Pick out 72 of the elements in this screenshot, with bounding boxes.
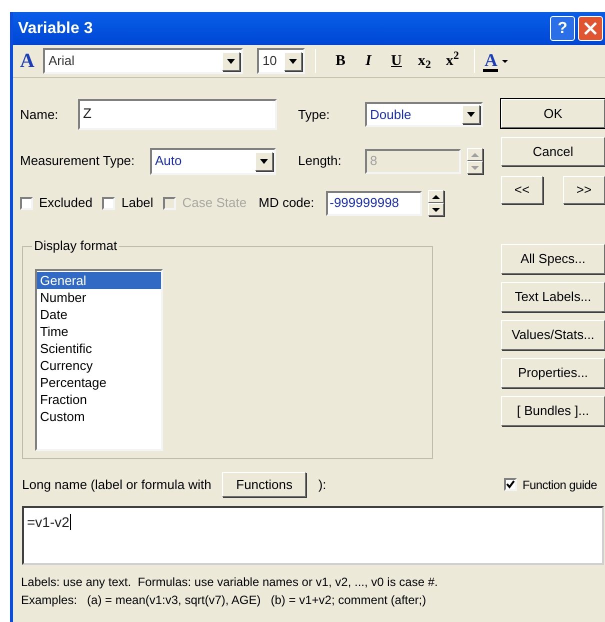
md-code-field[interactable]: -999999998 xyxy=(326,190,422,216)
font-dropdown[interactable]: Arial xyxy=(43,48,244,74)
underline-button[interactable]: U xyxy=(382,50,410,72)
italic-button[interactable]: I xyxy=(354,50,382,72)
field-label: Long name (label or formula with xyxy=(22,476,212,494)
name-field[interactable]: Z xyxy=(78,99,277,130)
field-label: Length: xyxy=(298,152,342,170)
dialog-button[interactable]: Properties... xyxy=(501,358,605,388)
field-label: ): xyxy=(318,476,328,494)
dialog-button[interactable]: Text Labels... xyxy=(501,282,605,312)
checkbox-label: Case State xyxy=(182,194,247,212)
bold-button[interactable]: B xyxy=(326,50,354,72)
caret-icon xyxy=(260,158,268,164)
script-button[interactable]: x$^{2}$ xyxy=(438,50,466,72)
list-item[interactable]: Fraction xyxy=(37,391,161,408)
checkbox-label: Function guide xyxy=(522,476,597,494)
dropdown-button[interactable] xyxy=(462,105,480,124)
caret-icon xyxy=(467,112,475,117)
group-legend: Display format xyxy=(32,238,120,254)
list-item[interactable]: Scientific xyxy=(37,340,161,357)
checkbox[interactable] xyxy=(20,196,33,210)
next-button[interactable]: >> xyxy=(563,176,605,204)
cancel-button[interactable]: Cancel xyxy=(501,137,605,166)
list-item[interactable]: Number xyxy=(37,289,161,306)
checkbox[interactable] xyxy=(504,478,518,491)
dialog-button[interactable]: [ Bundles ]... xyxy=(501,396,605,426)
long-name-field[interactable]: =v1-v2 xyxy=(22,506,604,565)
spin-up-button[interactable] xyxy=(428,190,444,203)
dialog-button[interactable]: Values/Stats... xyxy=(501,320,605,350)
checkbox-label: Label xyxy=(121,194,154,212)
up-arrow-icon xyxy=(432,194,440,198)
up-arrow-icon xyxy=(471,152,479,156)
list-item[interactable]: Currency xyxy=(37,357,161,374)
caret-icon xyxy=(289,58,298,64)
field-label: Name: xyxy=(20,106,60,124)
field-label: Measurement Type: xyxy=(20,152,136,170)
help-text: Examples: (a) = mean(v1:v3, sqrt(v7), AGE) (b) = v1+v2; comment (after;) xyxy=(21,592,428,609)
dialog-button[interactable]: All Specs... xyxy=(501,244,605,274)
dropdown-button[interactable] xyxy=(255,152,273,170)
measurement-type-dropdown[interactable]: Auto xyxy=(150,148,276,174)
field-label: Type: xyxy=(298,106,331,124)
list-item[interactable]: Date xyxy=(37,306,161,323)
check-icon xyxy=(506,480,516,489)
ok-button[interactable]: OK xyxy=(501,99,605,128)
checkbox-label: Excluded xyxy=(39,194,92,212)
font-color-button[interactable]: A xyxy=(483,50,508,72)
size-dropdown[interactable]: 10 xyxy=(257,48,306,74)
dropdown-button[interactable] xyxy=(222,52,240,70)
functions-button[interactable]: Functions xyxy=(222,472,306,497)
caret-icon xyxy=(502,60,508,62)
close-icon xyxy=(584,22,597,35)
close-button[interactable] xyxy=(578,16,603,41)
font-style-icon[interactable]: A xyxy=(20,51,34,71)
caret-icon xyxy=(227,58,236,64)
spin-down-button[interactable] xyxy=(428,203,444,216)
dropdown-button[interactable] xyxy=(284,52,302,70)
list-item[interactable]: Time xyxy=(37,323,161,340)
previous-button[interactable]: << xyxy=(501,176,543,204)
field-label: MD code: xyxy=(258,194,316,212)
down-arrow-icon xyxy=(471,166,479,170)
down-arrow-icon xyxy=(432,208,440,212)
script-button[interactable]: x$_{2}$ xyxy=(410,50,438,72)
checkbox[interactable] xyxy=(102,196,116,210)
window-title: Variable 3 xyxy=(18,18,94,38)
spinner[interactable] xyxy=(428,190,444,216)
type-dropdown[interactable]: Double xyxy=(365,102,483,127)
format-list[interactable]: General Number Date Time Scientific Currency Percentage Fraction Custom xyxy=(35,269,163,451)
list-item[interactable]: General xyxy=(37,272,161,289)
list-item[interactable]: Percentage xyxy=(37,374,161,391)
help-button[interactable]: ? xyxy=(550,16,575,41)
list-item[interactable]: Custom xyxy=(37,408,161,425)
help-text: Labels: use any text. Formulas: use variable names or v1, v2, ..., v0 is case #. xyxy=(21,574,439,591)
